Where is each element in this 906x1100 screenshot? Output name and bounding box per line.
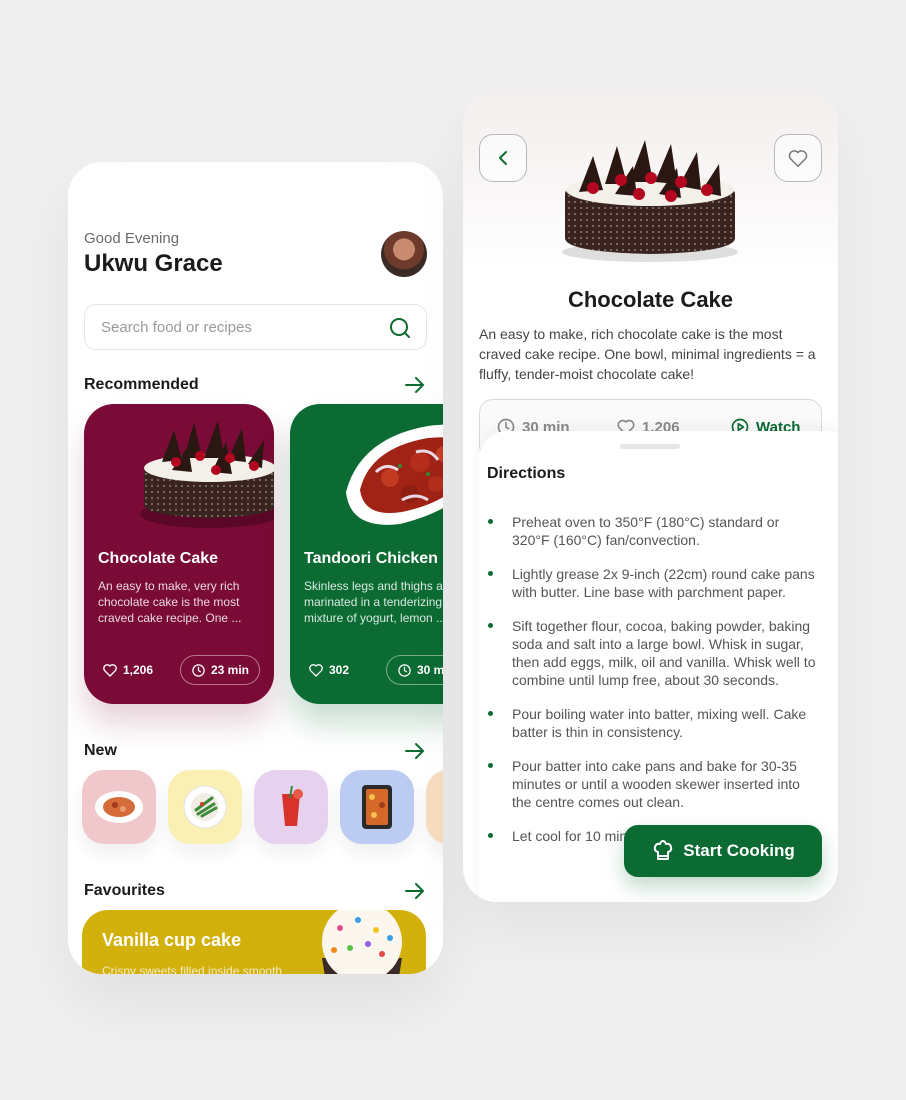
- start-cooking-label: Start Cooking: [683, 841, 795, 860]
- start-cooking-button[interactable]: Start Cooking: [624, 825, 822, 877]
- time-badge: 30 min: [386, 655, 443, 685]
- clock-icon: [192, 663, 205, 677]
- bullet-icon: [488, 571, 493, 576]
- card-description: Skinless legs and thighs are marinated i…: [304, 579, 443, 625]
- direction-step: Sift together flour, cocoa, baking powde…: [479, 617, 819, 689]
- favourite-description: Crispy sweets filled inside smooth: [102, 964, 283, 974]
- direction-step: Lightly grease 2x 9-inch (22cm) round ca…: [479, 565, 819, 601]
- time-value: 30 min: [417, 663, 443, 677]
- cupcake-image: [322, 910, 402, 974]
- new-item-tray[interactable]: [340, 770, 414, 844]
- tray-food-icon: [362, 785, 392, 829]
- recipe-description: An easy to make, rich chocolate cake is …: [479, 326, 816, 382]
- bullet-icon: [488, 833, 493, 838]
- chocolate-cake-image: [140, 420, 274, 528]
- recipe-title: Chocolate Cake: [567, 287, 734, 312]
- likes-count[interactable]: 302: [308, 662, 349, 678]
- likes-value: 302: [329, 663, 350, 677]
- direction-step: Pour boiling water into batter, mixing w…: [479, 705, 819, 741]
- bullet-icon: [488, 623, 493, 628]
- new-item-smoothie[interactable]: [254, 770, 328, 844]
- recipe-card-tandoori-chicken[interactable]: Tandoori Chicken Skinless legs and thigh…: [290, 404, 443, 704]
- rice-plate-icon: [95, 791, 143, 823]
- card-title: Chocolate Cake: [98, 550, 219, 567]
- likes-value: 1,206: [123, 663, 154, 677]
- likes-count[interactable]: 1,206: [102, 662, 153, 678]
- back-button[interactable]: [479, 134, 527, 182]
- section-title-recommended: Recommended: [84, 376, 199, 393]
- bullet-icon: [488, 519, 493, 524]
- search-placeholder: Search food or recipes: [101, 319, 252, 336]
- bullet-icon: [488, 763, 493, 768]
- section-title-new: New: [84, 742, 117, 759]
- user-name: Ukwu Grace: [84, 250, 223, 277]
- directions-list: Preheat oven to 350°F (180°C) standard o…: [479, 513, 819, 861]
- home-screen: Good Evening Ukwu Grace Search food or r…: [68, 162, 443, 974]
- heart-icon: [309, 664, 323, 677]
- arrow-right-icon[interactable]: [404, 742, 426, 760]
- arrow-right-icon[interactable]: [404, 376, 426, 394]
- card-title: Tandoori Chicken: [304, 550, 438, 567]
- salad-plate-icon: [183, 785, 227, 829]
- search-input[interactable]: Search food or recipes: [84, 304, 427, 350]
- chocolate-cake-hero-image: [562, 140, 738, 262]
- direction-step: Preheat oven to 350°F (180°C) standard o…: [479, 513, 819, 549]
- new-item-partial[interactable]: [426, 770, 443, 844]
- heart-icon: [103, 664, 117, 677]
- chevron-left-icon: [499, 151, 507, 165]
- recipe-card-chocolate-cake[interactable]: Chocolate Cake An easy to make, very ric…: [84, 404, 274, 704]
- card-description: An easy to make, very rich chocolate cak…: [98, 579, 242, 625]
- search-icon[interactable]: [388, 316, 412, 340]
- section-title-favourites: Favourites: [84, 882, 165, 899]
- heart-icon: [788, 150, 808, 167]
- favourite-button[interactable]: [774, 134, 822, 182]
- smoothie-icon: [282, 785, 303, 826]
- favourite-card[interactable]: Vanilla cup cake Crispy sweets filled in…: [82, 910, 426, 974]
- direction-step: Pour batter into cake pans and bake for …: [479, 757, 819, 811]
- time-value: 23 min: [211, 663, 250, 677]
- avatar[interactable]: [381, 231, 427, 277]
- arrow-right-icon[interactable]: [404, 882, 426, 900]
- directions-title: Directions: [487, 465, 566, 482]
- new-item-rice[interactable]: [82, 770, 156, 844]
- clock-icon: [398, 663, 411, 677]
- sheet-grabber[interactable]: [620, 444, 680, 449]
- detail-screen: Chocolate Cake An easy to make, rich cho…: [463, 90, 838, 902]
- chef-hat-icon: [654, 840, 673, 860]
- bullet-icon: [488, 711, 493, 716]
- favourite-title: Vanilla cup cake: [102, 930, 242, 950]
- tandoori-chicken-image: [346, 424, 443, 525]
- greeting-text: Good Evening: [84, 230, 180, 247]
- new-item-salad[interactable]: [168, 770, 242, 844]
- new-items-row: [82, 770, 443, 844]
- time-badge: 23 min: [180, 655, 261, 685]
